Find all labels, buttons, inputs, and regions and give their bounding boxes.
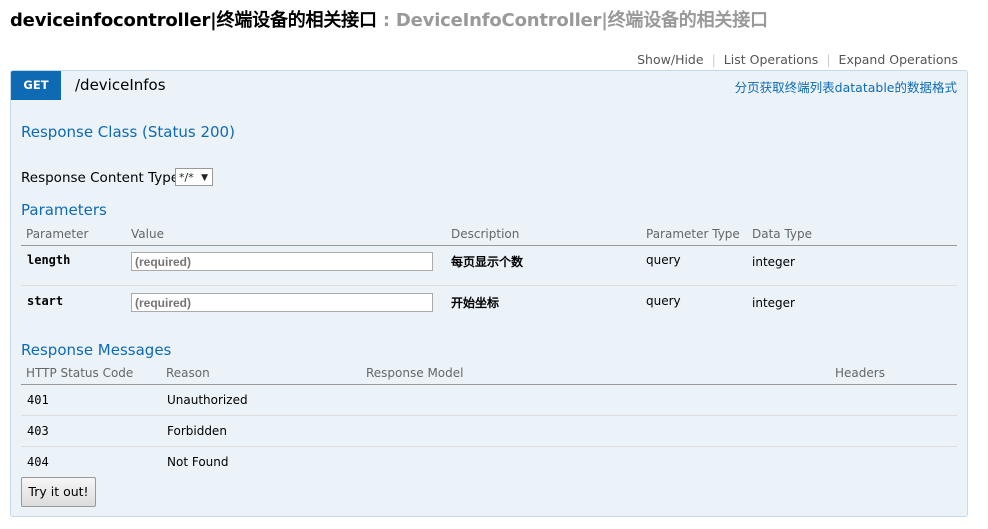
param-data-type: integer: [752, 255, 795, 269]
resp-header-response-model: Response Model: [366, 366, 464, 380]
resp-header-reason: Reason: [166, 366, 210, 380]
status-code: 404: [27, 455, 49, 469]
status-code: 401: [27, 393, 49, 407]
response-messages-title: Response Messages: [21, 341, 172, 359]
http-method-badge[interactable]: GET: [11, 71, 61, 100]
param-header-description: Description: [451, 227, 520, 241]
resp-header-status-code: HTTP Status Code: [26, 366, 134, 380]
endpoint-heading[interactable]: GET /deviceInfos 分页获取终端列表datatable的数据格式: [11, 71, 967, 100]
status-code: 403: [27, 424, 49, 438]
endpoint-path[interactable]: /deviceInfos: [75, 76, 166, 94]
param-type: query: [646, 253, 681, 267]
param-header-parameter: Parameter: [26, 227, 89, 241]
endpoint-summary[interactable]: 分页获取终端列表datatable的数据格式: [735, 77, 957, 96]
param-description: 开始坐标: [451, 296, 500, 310]
try-it-out-button[interactable]: Try it out!: [21, 477, 96, 507]
content-type-value: */*: [179, 171, 194, 184]
start-input[interactable]: [131, 293, 433, 312]
param-type: query: [646, 294, 681, 308]
param-name: length: [27, 253, 71, 267]
content-type-select[interactable]: */* ▼: [175, 168, 213, 186]
response-class-title: Response Class (Status 200): [21, 123, 235, 141]
content-type-label: Response Content Type: [21, 170, 180, 186]
param-header-divider: [21, 245, 957, 246]
param-header-parameter-type: Parameter Type: [646, 227, 740, 241]
show-hide-link[interactable]: Show/Hide: [629, 52, 711, 67]
heading-separator: :: [382, 10, 390, 31]
status-reason: Forbidden: [167, 424, 227, 438]
length-input[interactable]: [131, 252, 433, 271]
param-description: 每页显示个数: [451, 255, 524, 269]
controller-description: DeviceInfoController|终端设备的相关接口: [395, 10, 768, 31]
parameters-title: Parameters: [21, 201, 107, 219]
row-divider: [21, 446, 957, 447]
resource-heading: deviceinfocontroller|终端设备的相关接口 : DeviceI…: [10, 6, 768, 32]
param-data-type: integer: [752, 296, 795, 310]
param-header-value: Value: [131, 227, 164, 241]
status-reason: Unauthorized: [167, 393, 248, 407]
resp-header-divider: [21, 384, 957, 385]
dropdown-arrow-icon: ▼: [201, 173, 208, 183]
status-reason: Not Found: [167, 455, 229, 469]
param-header-data-type: Data Type: [752, 227, 813, 241]
link-divider: |: [826, 52, 831, 67]
row-divider: [21, 285, 957, 286]
row-divider: [21, 415, 957, 416]
param-name: start: [27, 294, 64, 308]
controller-name-link[interactable]: deviceinfocontroller|终端设备的相关接口: [10, 10, 377, 31]
expand-operations-link[interactable]: Expand Operations: [831, 52, 958, 67]
endpoint-panel: GET /deviceInfos 分页获取终端列表datatable的数据格式 …: [10, 70, 968, 517]
resp-header-headers: Headers: [835, 366, 885, 380]
operations-links: Show/Hide | List Operations | Expand Operati…: [629, 52, 958, 67]
list-operations-link[interactable]: List Operations: [716, 52, 827, 67]
